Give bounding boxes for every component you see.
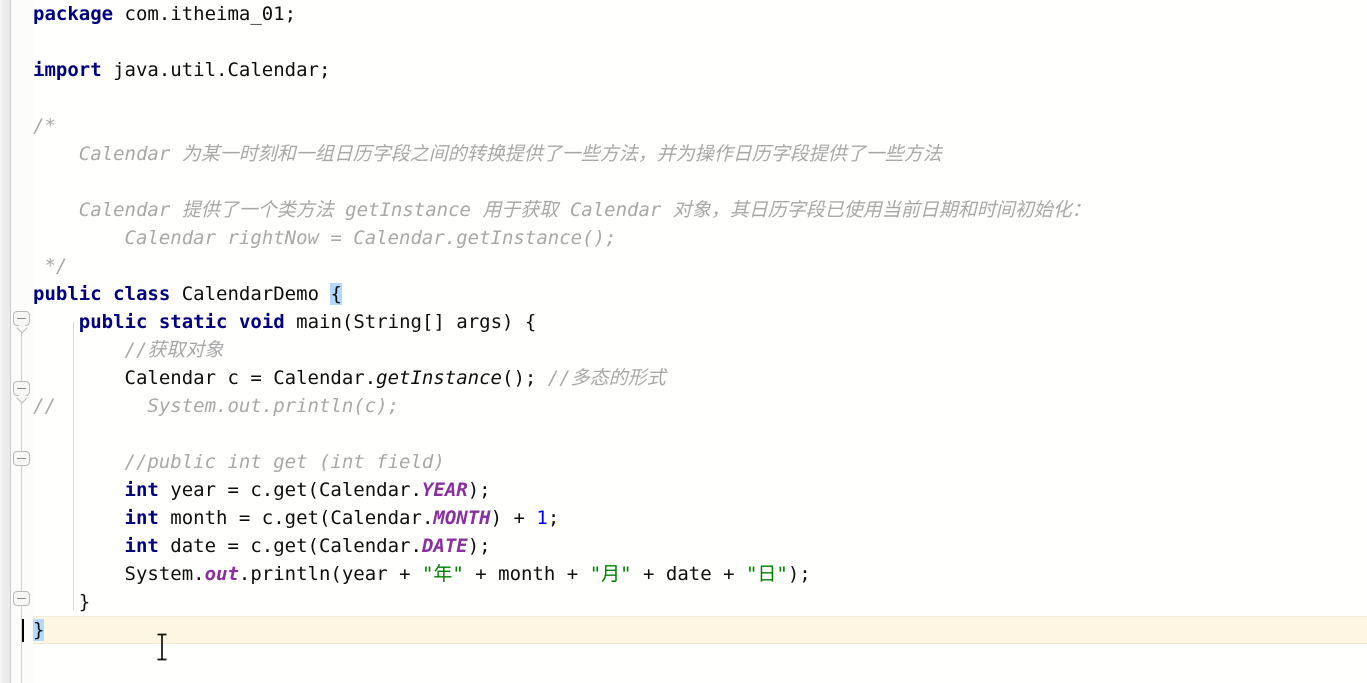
fold-rail-3 — [21, 606, 22, 683]
code-token: ); — [787, 563, 811, 585]
code-token: public — [33, 283, 102, 305]
code-token: int — [124, 507, 159, 529]
code-token: Calendar c = Calendar. — [33, 367, 377, 389]
code-token: java.util.Calendar; — [101, 59, 331, 81]
code-token: MONTH — [433, 507, 491, 529]
code-line-10[interactable]: */ — [33, 252, 67, 280]
code-line-21[interactable]: System.out.println(year + "年" + month + … — [33, 560, 811, 588]
code-token: //public int get (int field) — [33, 451, 445, 473]
code-token: { — [330, 283, 342, 305]
code-token: System. — [33, 563, 205, 585]
code-token: //获取对象 — [33, 339, 224, 361]
editor-fold-column[interactable] — [11, 0, 33, 683]
code-token: DATE — [421, 535, 468, 557]
fold-rail-1 — [21, 396, 22, 452]
fold-marker-statement-block[interactable] — [13, 451, 30, 466]
code-token: static — [158, 311, 228, 333]
code-token: public — [78, 311, 148, 333]
code-token: //多态的形式 — [547, 367, 666, 389]
code-token: void — [238, 311, 285, 333]
code-token: + date + — [631, 563, 746, 585]
fold-rail-2 — [21, 466, 22, 592]
code-token: year = c.get(Calendar. — [158, 479, 422, 501]
code-line-14[interactable]: Calendar c = Calendar.getInstance(); //多… — [33, 364, 666, 392]
code-token: /* — [33, 115, 56, 137]
code-line-18[interactable]: int year = c.get(Calendar.YEAR); — [33, 476, 491, 504]
code-line-15[interactable]: // System.out.println(c); — [33, 392, 399, 420]
code-line-11[interactable]: public class CalendarDemo { — [33, 280, 342, 308]
code-line-19[interactable]: int month = c.get(Calendar.MONTH) + 1; — [33, 504, 560, 532]
code-surface[interactable]: package com.itheima_01;import java.util.… — [33, 0, 1367, 683]
code-token: int — [124, 479, 159, 501]
code-token: ) + — [490, 507, 537, 529]
code-token: 1 — [536, 507, 548, 529]
code-token: "年" — [421, 563, 464, 585]
code-token: "日" — [745, 563, 788, 585]
code-token: CalendarDemo — [170, 283, 331, 305]
code-token: date = c.get(Calendar. — [158, 535, 422, 557]
code-token: getInstance — [376, 367, 503, 389]
code-token: (); — [502, 367, 548, 389]
code-token: month = c.get(Calendar. — [158, 507, 434, 529]
code-line-23[interactable]: } — [33, 616, 45, 644]
code-token: + month + — [463, 563, 590, 585]
code-token: main(String[] args) { — [284, 311, 537, 333]
code-token: com.itheima_01; — [113, 3, 297, 25]
code-token: Calendar rightNow = Calendar.getInstance… — [33, 227, 617, 249]
fold-marker-main-method[interactable] — [13, 311, 30, 326]
code-line-5[interactable]: /* — [33, 112, 56, 140]
code-line-22[interactable]: } — [33, 588, 90, 616]
code-line-1[interactable]: package com.itheima_01; — [33, 0, 296, 28]
indent-guide-method-body — [73, 322, 74, 610]
code-line-17[interactable]: //public int get (int field) — [33, 448, 445, 476]
code-line-6[interactable]: Calendar 为某一时刻和一组日历字段之间的转换提供了一些方法，并为操作日历… — [33, 140, 942, 168]
fold-marker-commented-block[interactable] — [13, 381, 30, 396]
code-line-3[interactable]: import java.util.Calendar; — [33, 56, 330, 84]
code-token: int — [124, 535, 159, 557]
code-token: class — [113, 283, 171, 305]
code-token: Calendar 为某一时刻和一组日历字段之间的转换提供了一些方法，并为操作日历… — [33, 143, 942, 165]
code-token: .println(year + — [238, 563, 422, 585]
code-token: } — [33, 619, 45, 641]
code-token: "月" — [589, 563, 632, 585]
code-line-13[interactable]: //获取对象 — [33, 336, 224, 364]
code-token: package — [33, 3, 114, 25]
code-token: YEAR — [421, 479, 468, 501]
code-line-20[interactable]: int date = c.get(Calendar.DATE); — [33, 532, 491, 560]
text-caret — [22, 619, 24, 642]
code-line-9[interactable]: Calendar rightNow = Calendar.getInstance… — [33, 224, 617, 252]
code-token: import — [33, 59, 102, 81]
code-token: ); — [467, 479, 491, 501]
code-line-12[interactable]: public static void main(String[] args) { — [33, 308, 537, 336]
fold-rail-0 — [21, 326, 22, 382]
fold-marker-class-end[interactable] — [13, 591, 30, 606]
code-token: out — [204, 563, 239, 585]
code-token: ; — [547, 507, 560, 529]
code-token: ); — [467, 535, 491, 557]
code-line-8[interactable]: Calendar 提供了一个类方法 getInstance 用于获取 Calen… — [33, 196, 1091, 224]
code-token: } — [33, 591, 91, 613]
editor-left-edge — [0, 0, 2, 683]
code-editor[interactable]: package com.itheima_01;import java.util.… — [0, 0, 1367, 683]
code-token: // System.out.println(c); — [33, 395, 400, 417]
code-token: Calendar 提供了一个类方法 getInstance 用于获取 Calen… — [33, 199, 1091, 221]
code-token: */ — [33, 255, 68, 277]
